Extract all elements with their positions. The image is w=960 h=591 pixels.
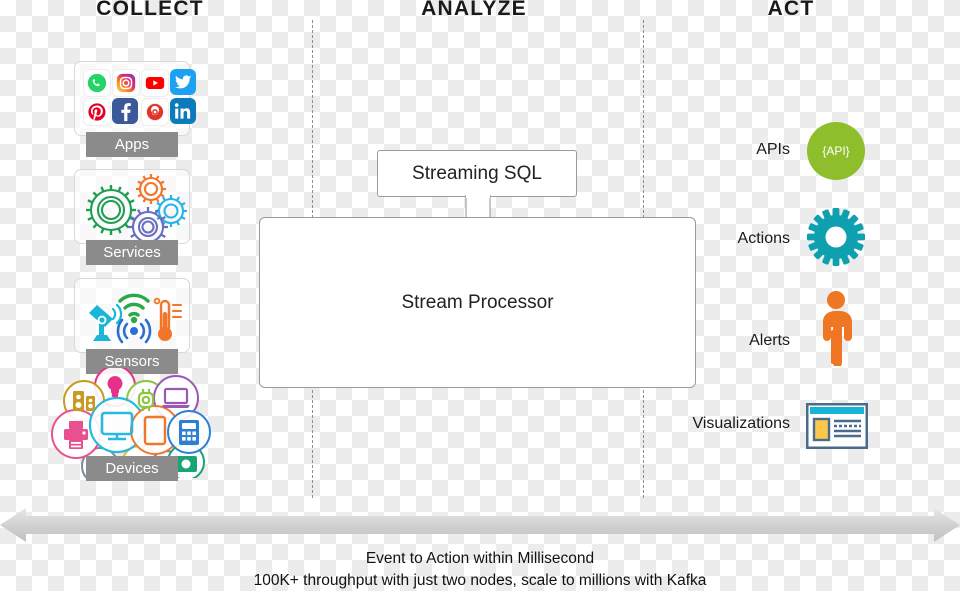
heading-collect: COLLECT — [96, 0, 204, 20]
person-shape — [823, 291, 852, 368]
source-card-sensors — [74, 278, 190, 353]
act-label-visualizations: Visualizations — [692, 415, 790, 432]
source-chip-apps: Apps — [86, 132, 178, 157]
stream-processor-box: Stream Processor — [259, 217, 696, 388]
diagram-canvas: COLLECT ANALYZE ACT Apps Services Sensor… — [0, 0, 960, 591]
youtube-icon — [141, 69, 169, 97]
source-chip-services: Services — [86, 240, 178, 265]
footer-line-2: 100K+ throughput with just two nodes, sc… — [253, 572, 707, 589]
dashboard-shape — [805, 402, 869, 450]
act-label-actions: Actions — [737, 230, 790, 247]
facebook-icon — [112, 98, 138, 124]
footer-line-1: Event to Action within Millisecond — [365, 550, 595, 567]
person-alert-icon — [812, 290, 860, 371]
whatsapp-icon — [83, 69, 111, 97]
act-label-alerts: Alerts — [749, 332, 790, 349]
device-calculator-icon — [179, 420, 199, 445]
heading-analyze: ANALYZE — [421, 0, 527, 20]
satellite-dish-icon — [89, 303, 123, 341]
streaming-sql-box: Streaming SQL — [377, 150, 577, 197]
heading-act: ACT — [767, 0, 815, 20]
dashboard-icon — [805, 402, 869, 454]
api-bubble-icon: {API} — [807, 122, 865, 180]
services-gears-illustration — [86, 174, 187, 247]
wechat-icon — [141, 98, 169, 126]
twitter-icon — [170, 69, 196, 95]
source-card-services — [74, 169, 190, 247]
streaming-sql-label: Streaming SQL — [412, 162, 542, 184]
gear-teal-shape — [807, 208, 865, 266]
sensors-illustration — [89, 293, 182, 344]
source-chip-devices: Devices — [86, 456, 178, 481]
radio-center-icon — [130, 327, 138, 335]
app-icon-grid — [83, 69, 196, 126]
linkedin-icon — [170, 98, 196, 124]
source-card-apps — [74, 61, 196, 136]
api-bubble-label: {API} — [822, 144, 850, 158]
instagram-icon — [112, 69, 140, 97]
wifi-icon — [118, 293, 150, 317]
pinterest-icon — [83, 98, 111, 126]
thermometer-icon — [153, 297, 182, 341]
timeline-arrow — [0, 508, 960, 542]
double-headed-arrow-shape — [0, 508, 960, 542]
gear-cyan-icon — [155, 195, 187, 227]
gear-orange-icon — [136, 174, 166, 204]
device-camera-icon — [175, 456, 197, 472]
wifi-dot-icon — [130, 316, 138, 324]
act-label-apis: APIs — [756, 141, 790, 158]
gear-teal-icon — [805, 206, 867, 273]
stream-processor-label: Stream Processor — [401, 291, 554, 313]
